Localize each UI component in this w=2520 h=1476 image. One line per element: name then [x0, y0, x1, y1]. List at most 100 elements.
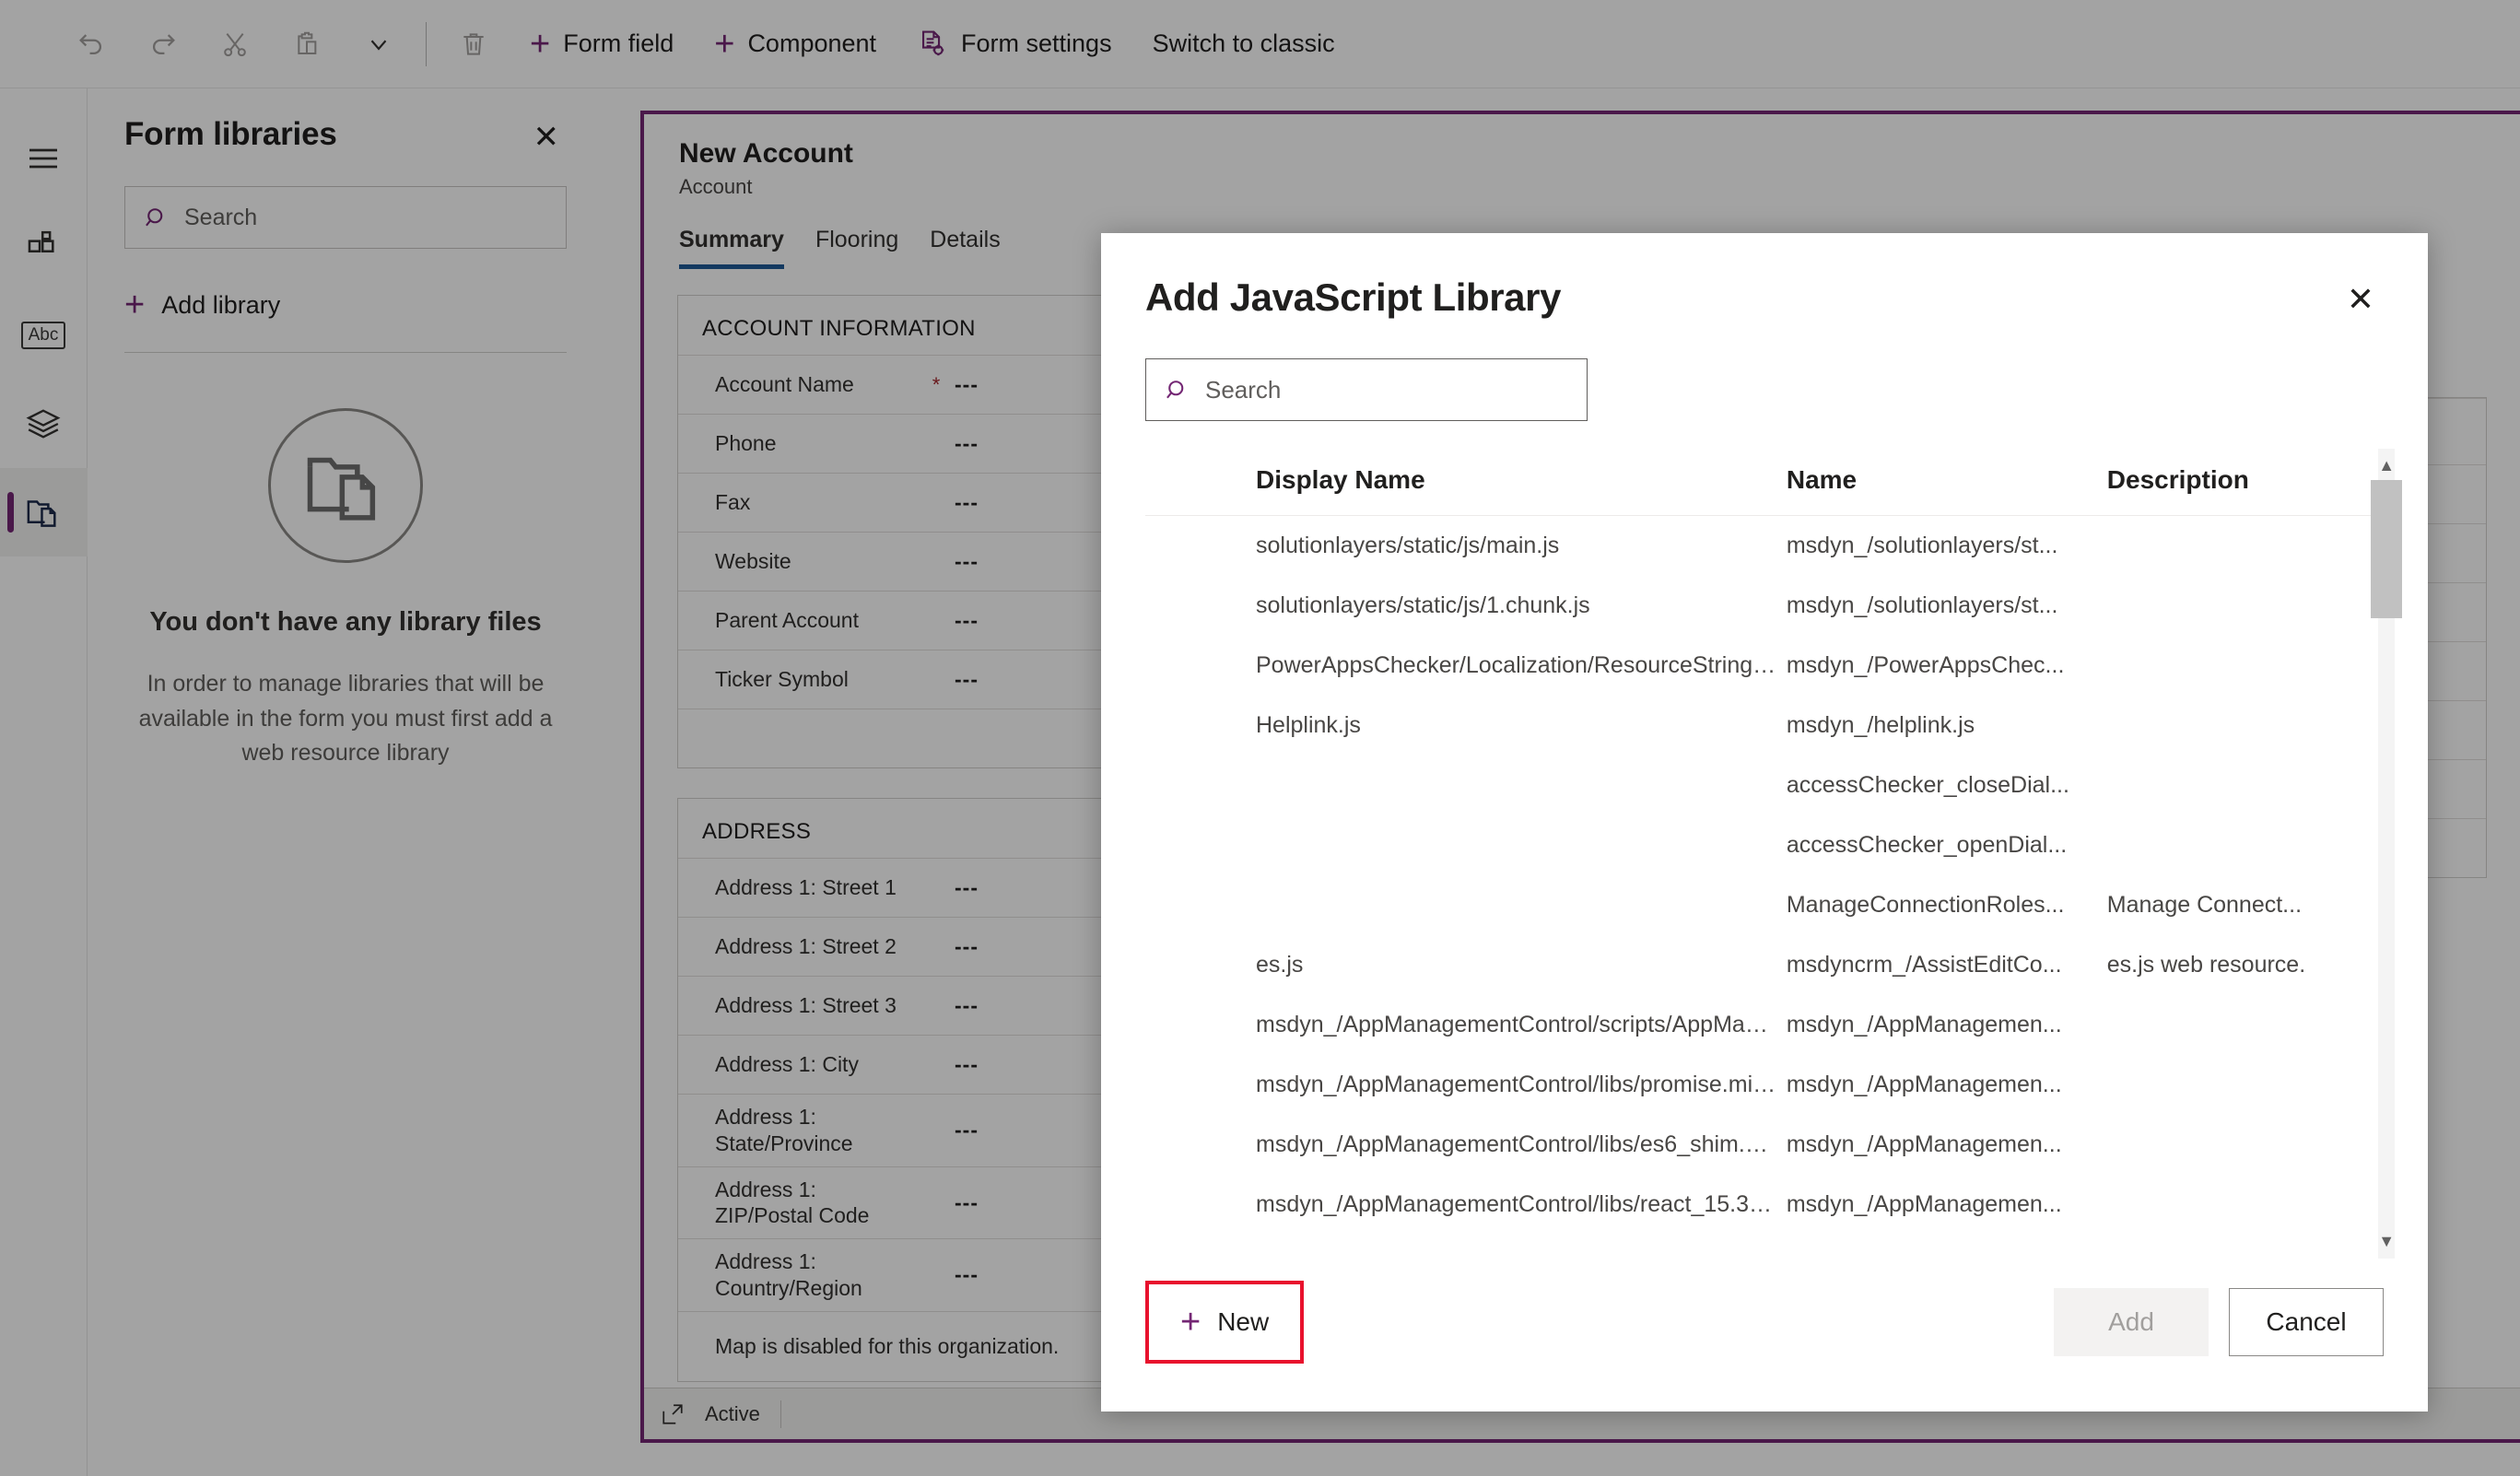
sidebar-item-layers[interactable] — [0, 380, 88, 468]
empty-folder-icon — [268, 408, 423, 563]
cut-icon[interactable] — [199, 17, 271, 72]
search-input[interactable]: Search — [1145, 358, 1588, 421]
cancel-button[interactable]: Cancel — [2229, 1288, 2384, 1356]
field-label: Address 1: Street 3 — [715, 993, 897, 1018]
form-settings-label: Form settings — [961, 29, 1112, 57]
plus-icon: + — [1180, 1303, 1201, 1341]
panel-search-input[interactable]: Search — [124, 186, 567, 249]
scroll-down-arrow-icon[interactable]: ▼ — [2378, 1228, 2395, 1255]
field-value: --- — [955, 934, 979, 958]
panel-header: Form libraries ✕ — [124, 88, 567, 158]
popout-icon[interactable] — [661, 1402, 685, 1426]
library-table-wrap: Display Name Name Description solutionla… — [1101, 449, 2379, 1259]
tab-details[interactable]: Details — [930, 227, 1000, 269]
paste-icon[interactable] — [271, 17, 343, 72]
table-row[interactable]: solutionlayers/static/js/main.js msdyn_/… — [1145, 516, 2378, 577]
empty-state: You don't have any library files In orde… — [124, 408, 567, 771]
cell-display-name: es.js — [1256, 952, 1304, 978]
column-header-description[interactable]: Description — [2106, 449, 2379, 516]
table-row[interactable]: msdyn_/AppManagementControl/libs/es6_shi… — [1145, 1115, 2378, 1175]
cell-name: msdyn_/AppManagemen... — [1786, 1012, 2062, 1037]
sidebar-item-form-libraries[interactable] — [0, 468, 88, 556]
table-row[interactable]: ManageConnectionRoles... Manage Connect.… — [1145, 875, 2378, 935]
add-library-button[interactable]: + Add library — [124, 282, 567, 328]
command-bar: + Form field + Component Form settings S… — [0, 0, 2520, 88]
sidebar-item-menu[interactable] — [0, 114, 88, 203]
sidebar-item-components[interactable] — [0, 203, 88, 291]
field-value: --- — [955, 993, 979, 1017]
cell-display-name: msdyn_/AppManagementControl/libs/react_1… — [1256, 1191, 1787, 1217]
field-value: --- — [955, 372, 979, 396]
table-row[interactable]: msdyn_/AppManagementControl/libs/promise… — [1145, 1055, 2378, 1115]
field-value: --- — [955, 1052, 979, 1076]
new-button[interactable]: + New — [1145, 1281, 1305, 1364]
empty-state-title: You don't have any library files — [149, 607, 542, 637]
table-row[interactable]: accessChecker_closeDial... — [1145, 756, 2378, 815]
table-row[interactable]: solutionlayers/static/js/1.chunk.js msdy… — [1145, 576, 2378, 636]
table-row[interactable]: msdyn_/AppManagementControl/scripts/AppM… — [1145, 995, 2378, 1055]
field-label: Fax — [715, 490, 751, 515]
cell-display-name: solutionlayers/static/js/main.js — [1256, 533, 1560, 558]
add-button[interactable]: Add — [2054, 1288, 2209, 1356]
cell-display-name: msdyn_/AppManagementControl/scripts/AppM… — [1256, 1012, 1787, 1037]
cell-description — [2107, 576, 2378, 636]
table-row[interactable]: msdyn_/AppManagementControl/libs/react_1… — [1145, 1175, 2378, 1235]
sidebar-item-abc[interactable]: Abc — [0, 291, 88, 380]
tab-flooring[interactable]: Flooring — [815, 227, 898, 269]
close-icon[interactable]: ✕ — [2338, 275, 2384, 323]
hamburger-icon — [27, 145, 60, 172]
cell-name: msdyn_/helplink.js — [1786, 712, 1975, 738]
cell-name: msdyn_/PowerAppsChec... — [1786, 652, 2065, 678]
plus-icon: + — [714, 24, 735, 64]
required-marker: * — [932, 372, 941, 396]
abc-icon: Abc — [20, 322, 66, 349]
field-label: Address 1: State/Province — [715, 1105, 853, 1155]
cell-description — [2107, 756, 2378, 815]
record-title: New Account — [679, 138, 853, 169]
form-settings-button[interactable]: Form settings — [897, 17, 1132, 72]
cell-description — [2107, 1115, 2378, 1175]
cell-name: msdyn_/AppManagemen... — [1786, 1072, 2062, 1097]
field-label: Parent Account — [715, 608, 859, 633]
undo-icon[interactable] — [55, 17, 127, 72]
redo-icon[interactable] — [127, 17, 199, 72]
list-scrollbar[interactable]: ▲ ▼ — [2371, 449, 2403, 1259]
cell-display-name — [1145, 815, 1787, 875]
field-label: Address 1: Street 1 — [715, 875, 897, 900]
switch-to-classic-button[interactable]: Switch to classic — [1132, 17, 1355, 72]
left-icon-rail: Abc — [0, 88, 88, 1476]
cell-display-name: PowerAppsChecker/Localization/ResourceSt… — [1256, 652, 1787, 678]
column-header-display-name[interactable]: Display Name — [1145, 449, 1787, 516]
dialog-footer: + New Add Cancel — [1101, 1259, 2428, 1412]
component-button[interactable]: + Component — [694, 17, 897, 72]
table-row[interactable]: PowerAppsChecker/Localization/ResourceSt… — [1145, 636, 2378, 696]
search-icon — [1165, 377, 1190, 403]
add-javascript-library-dialog: Add JavaScript Library ✕ Search Display … — [1101, 233, 2428, 1412]
new-button-label: New — [1217, 1307, 1270, 1336]
layers-icon — [26, 406, 61, 441]
library-table: Display Name Name Description solutionla… — [1145, 449, 2379, 1235]
table-row[interactable]: Helplink.js msdyn_/helplink.js — [1145, 696, 2378, 756]
dialog-header: Add JavaScript Library ✕ — [1101, 233, 2428, 323]
page-title: Form libraries — [124, 116, 337, 152]
cell-name: msdyn_/solutionlayers/st... — [1786, 533, 2058, 558]
field-value: --- — [955, 1189, 979, 1214]
panel-search-placeholder: Search — [184, 204, 258, 230]
scrollbar-thumb[interactable] — [2371, 480, 2403, 618]
close-icon[interactable]: ✕ — [526, 116, 568, 158]
table-row[interactable]: accessChecker_openDial... — [1145, 815, 2378, 875]
form-field-button[interactable]: + Form field — [510, 17, 694, 72]
field-value: --- — [955, 1262, 979, 1287]
field-label: Address 1: City — [715, 1052, 859, 1077]
tab-summary[interactable]: Summary — [679, 227, 784, 269]
record-entity: Account — [679, 175, 753, 198]
column-header-name[interactable]: Name — [1786, 449, 2107, 516]
field-label: Account Name — [715, 372, 854, 397]
scroll-up-arrow-icon[interactable]: ▲ — [2378, 452, 2395, 479]
field-label: Address 1: ZIP/Postal Code — [715, 1177, 870, 1228]
scrollbar-track[interactable] — [2371, 480, 2403, 1227]
components-icon — [26, 229, 61, 264]
delete-icon[interactable] — [438, 17, 510, 72]
chevron-down-icon[interactable] — [343, 17, 415, 72]
table-row[interactable]: es.js msdyncrm_/AssistEditCo... es.js we… — [1145, 935, 2378, 995]
